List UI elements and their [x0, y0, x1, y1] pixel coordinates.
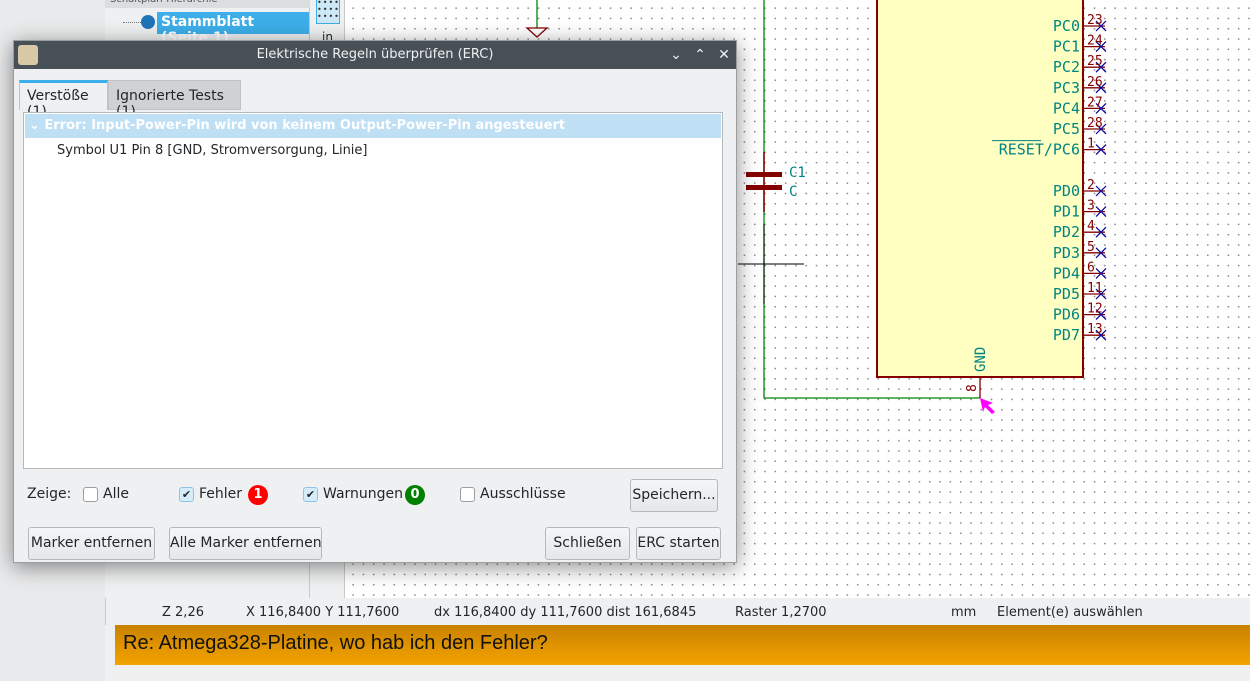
gnd-pin-name: GND	[973, 347, 989, 372]
status-delta: dx 116,8400 dy 111,7600 dist 161,6845	[434, 605, 697, 620]
erc-dialog: Elektrische Regeln überprüfen (ERC) ⌄ ⌃ …	[13, 40, 737, 563]
sheet-icon	[141, 15, 155, 29]
ic-pin-number: 27	[1087, 95, 1103, 110]
ic-pin-name: PC3	[1053, 79, 1080, 97]
ic-pin-name: PD2	[1053, 223, 1080, 241]
checkbox-warnings[interactable]: ✔	[303, 487, 318, 502]
ic-pin-name: PC0	[1053, 17, 1080, 35]
ic-pin-name: PD6	[1053, 306, 1080, 324]
violations-list[interactable]: ⌄ Error: Input-Power-Pin wird von keinem…	[23, 112, 723, 469]
ic-pin-name: PD4	[1053, 264, 1080, 282]
ic-pin-number: 1	[1087, 137, 1095, 152]
ic-pin-number: 4	[1087, 219, 1095, 234]
ic-pin-number: 23	[1087, 13, 1103, 28]
ic-pin-number: 25	[1087, 54, 1103, 69]
ic-pin-name: PD3	[1053, 244, 1080, 262]
ic-pin-number: 24	[1087, 34, 1103, 49]
ic-pin-number: 6	[1087, 260, 1095, 275]
hierarchy-item-root-sheet[interactable]: Stammblatt (Seite 1)	[157, 12, 309, 46]
status-grid: Raster 1,2700	[735, 605, 827, 620]
ic-pin-name: PC4	[1053, 99, 1080, 117]
ic-pin-number: 13	[1087, 322, 1103, 337]
list-item-error[interactable]: ⌄ Error: Input-Power-Pin wird von keinem…	[25, 114, 721, 138]
list-item-detail[interactable]: Symbol U1 Pin 8 [GND, Stromversorgung, L…	[57, 143, 368, 158]
tree-line	[123, 22, 141, 23]
checkbox-exclusions-label[interactable]: Ausschlüsse	[480, 486, 566, 502]
ic-pin-number: 5	[1087, 240, 1095, 255]
status-zoom: Z 2,26	[162, 605, 204, 620]
ic-pin-number: 28	[1087, 116, 1103, 131]
ic-pin-name: RESET/PC6	[999, 141, 1080, 159]
forum-thread-title: Re: Atmega328-Platine, wo hab ich den Fe…	[115, 625, 1250, 665]
run-erc-button[interactable]: ERC starten	[636, 527, 721, 560]
cap-value: C	[789, 184, 797, 200]
maximize-icon[interactable]: ⌃	[690, 45, 710, 65]
grid-toggle-icon[interactable]: •••• •••• ••••	[316, 0, 340, 24]
ic-pin-number: 26	[1087, 75, 1103, 90]
tab-ignored-tests[interactable]: Ignorierte Tests (1)	[108, 80, 241, 120]
checkbox-errors-label[interactable]: Fehler	[199, 486, 242, 502]
ic-pin-name: PD0	[1053, 182, 1080, 200]
cap-ref: C1	[789, 165, 806, 181]
gnd-pin-number: 8	[965, 384, 980, 392]
ic-pin-number: 2	[1087, 178, 1095, 193]
app-icon	[18, 45, 38, 65]
remove-all-markers-button[interactable]: Alle Marker entfernen	[169, 527, 322, 560]
chevron-down-icon: ⌄	[29, 118, 45, 133]
checkbox-errors[interactable]: ✔	[179, 487, 194, 502]
ic-pin-name: PD7	[1053, 326, 1080, 344]
status-mode: Element(e) auswählen	[997, 605, 1143, 620]
tab-violations[interactable]: Verstöße (1)	[19, 80, 108, 120]
minimize-icon[interactable]: ⌄	[666, 45, 686, 65]
status-units: mm	[951, 605, 977, 620]
page-background	[115, 665, 1250, 681]
checkbox-warnings-label[interactable]: Warnungen	[323, 486, 403, 502]
error-count-badge: 1	[248, 485, 268, 505]
close-icon[interactable]: ✕	[714, 45, 734, 65]
dialog-title: Elektrische Regeln überprüfen (ERC)	[256, 47, 494, 62]
filter-label: Zeige:	[27, 486, 72, 502]
capacitor-plate	[746, 185, 782, 190]
ground-symbol	[525, 27, 549, 38]
checkbox-exclusions[interactable]	[460, 487, 475, 502]
ic-pin-name: PC2	[1053, 58, 1080, 76]
status-xy: X 116,8400 Y 111,7600	[246, 605, 400, 620]
ic-pin-name: PD1	[1053, 203, 1080, 221]
checkbox-all-label[interactable]: Alle	[103, 486, 129, 502]
warning-count-badge: 0	[405, 485, 425, 505]
checkbox-all[interactable]	[83, 487, 98, 502]
status-bar: Z 2,26 X 116,8400 Y 111,7600 dx 116,8400…	[105, 598, 1250, 625]
ic-pin-number: 3	[1087, 199, 1095, 214]
dialog-titlebar[interactable]: Elektrische Regeln überprüfen (ERC) ⌄ ⌃ …	[14, 41, 736, 69]
ic-pin-number: 12	[1087, 302, 1103, 317]
save-button[interactable]: Speichern...	[630, 479, 718, 512]
hierarchy-header: Schaltplan-Hierarchie	[105, 0, 310, 8]
ic-pin-name: PC5	[1053, 120, 1080, 138]
ic-pin-name: PC1	[1053, 38, 1080, 56]
remove-marker-button[interactable]: Marker entfernen	[28, 527, 155, 560]
capacitor-plate	[746, 172, 782, 177]
erc-marker-icon	[980, 398, 995, 414]
ic-pin-name: PD5	[1053, 285, 1080, 303]
close-button[interactable]: Schließen	[545, 527, 630, 560]
ic-pin-number: 11	[1087, 281, 1103, 296]
